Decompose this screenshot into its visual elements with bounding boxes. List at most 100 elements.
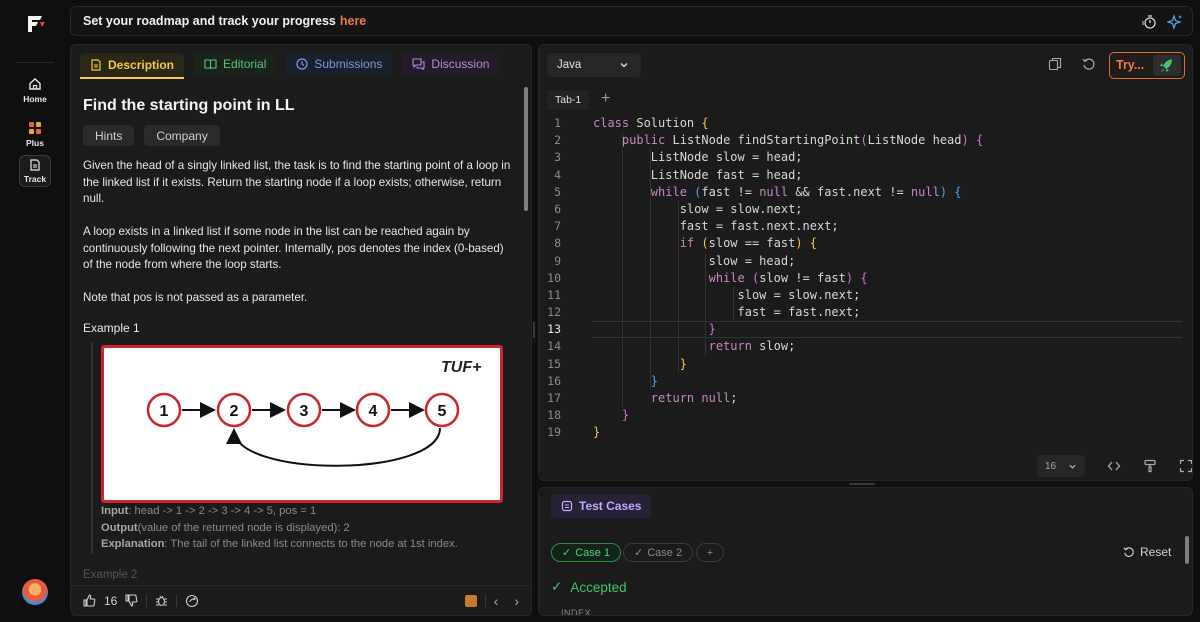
case-label: Case 2 <box>647 546 683 559</box>
brand-logo-icon[interactable] <box>24 14 46 34</box>
code-area[interactable]: 1 class Solution {2 public ListNode findS… <box>539 115 1192 442</box>
test-cases-scrollbar[interactable] <box>1185 536 1189 564</box>
reset-button[interactable]: Reset <box>1123 545 1171 559</box>
tab-discussion[interactable]: Discussion <box>402 53 500 75</box>
code-line[interactable]: 9 slow = head; <box>539 253 1192 270</box>
tab-description[interactable]: Description <box>80 53 185 79</box>
banner-link[interactable]: here <box>340 14 366 28</box>
code-line[interactable]: 8 if (slow == fast) { <box>539 235 1192 252</box>
try-label: Try... <box>1116 58 1145 72</box>
tab-label: Discussion <box>431 57 490 71</box>
code-line[interactable]: 18 } <box>539 407 1192 424</box>
code-line[interactable]: 4 ListNode fast = head; <box>539 167 1192 184</box>
code-text: ListNode slow = head; <box>593 150 803 165</box>
next-problem-icon[interactable]: › <box>514 593 519 609</box>
plus-grid-icon <box>29 121 41 134</box>
add-tab-icon[interactable]: + <box>601 90 610 108</box>
code-line[interactable]: 7 fast = fast.next.next; <box>539 218 1192 235</box>
ai-sparkle-icon[interactable] <box>1167 14 1183 30</box>
case-2-button[interactable]: ✓ Case 2 <box>623 543 694 562</box>
rocket-icon <box>1160 59 1172 72</box>
line-number: 11 <box>547 287 561 302</box>
code-text: } <box>593 425 601 440</box>
rail-item-track[interactable]: Track <box>19 155 51 187</box>
code-line[interactable]: 17 return null; <box>539 390 1192 407</box>
tuf-watermark: TUF+ <box>441 359 481 376</box>
horizontal-resize-handle[interactable] <box>849 483 875 485</box>
code-line[interactable]: 19} <box>539 424 1192 441</box>
code-line[interactable]: 6 slow = slow.next; <box>539 201 1192 218</box>
indent-guide <box>705 252 706 356</box>
result-status: ✓ Accepted <box>551 579 627 595</box>
tab-editorial[interactable]: Editorial <box>194 53 277 75</box>
code-line[interactable]: 16 } <box>539 373 1192 390</box>
roadmap-banner: Set your roadmap and track your progress… <box>70 6 1193 36</box>
font-size-value: 16 <box>1045 460 1057 472</box>
code-line[interactable]: 15 } <box>539 356 1192 373</box>
code-brackets-icon[interactable] <box>1107 459 1121 473</box>
copy-icon[interactable] <box>1048 57 1062 71</box>
company-chip[interactable]: Company <box>144 125 220 146</box>
add-case-button[interactable]: + <box>696 543 724 562</box>
reset-label: Reset <box>1140 545 1172 559</box>
description-scrollbar[interactable] <box>524 87 528 211</box>
code-line[interactable]: 10 while (slow != fast) { <box>539 270 1192 287</box>
bug-report-icon[interactable] <box>155 594 168 607</box>
code-line[interactable]: 12 fast = fast.next; <box>539 304 1192 321</box>
node-3-label: 3 <box>300 403 309 420</box>
book-icon <box>204 59 217 70</box>
tab-submissions[interactable]: Submissions <box>286 53 393 75</box>
explanation-value: : The tail of the linked list connects t… <box>164 538 458 550</box>
line-number: 3 <box>554 150 561 165</box>
plus-icon: + <box>706 546 714 559</box>
document-icon <box>91 59 101 71</box>
rail-item-home[interactable]: Home <box>14 68 56 112</box>
rail-item-plus[interactable]: Plus <box>14 112 56 156</box>
banner-message: Set your roadmap and track your progress <box>83 14 336 28</box>
rail-item-label: Home <box>23 93 47 104</box>
thumbs-down-icon[interactable] <box>125 594 138 607</box>
language-select[interactable]: Java <box>547 53 641 77</box>
reset-code-icon[interactable] <box>1082 57 1096 71</box>
font-size-select[interactable]: 16 <box>1037 455 1085 477</box>
code-line[interactable]: 2 public ListNode findStartingPoint(List… <box>539 132 1192 149</box>
prev-problem-icon[interactable]: ‹ <box>494 593 499 609</box>
like-count: 16 <box>104 593 118 608</box>
code-line[interactable]: 13 } <box>539 321 1192 339</box>
bookmark-icon[interactable] <box>464 594 477 607</box>
case-label: Case 1 <box>575 546 611 559</box>
rocket-submit-button[interactable] <box>1153 55 1181 76</box>
code-line[interactable]: 1 class Solution { <box>539 115 1192 132</box>
thumbs-up-icon[interactable] <box>83 594 96 607</box>
node-2-label: 2 <box>230 403 239 420</box>
indent-guide <box>678 201 679 373</box>
code-line[interactable]: 14 return slow; <box>539 338 1192 355</box>
code-line[interactable]: 3 ListNode slow = head; <box>539 149 1192 166</box>
code-text: } <box>621 408 630 423</box>
hints-chip[interactable]: Hints <box>83 125 135 146</box>
panel-resize-handle[interactable] <box>533 322 535 338</box>
tab-label: Submissions <box>314 57 383 71</box>
code-text: return null; <box>650 391 738 405</box>
fullscreen-icon[interactable] <box>1179 459 1193 473</box>
explanation-label: Explanation <box>101 538 165 550</box>
chat-icon <box>412 58 425 70</box>
code-line[interactable]: 11 slow = slow.next; <box>539 287 1192 304</box>
example-1-label: Example 1 <box>83 321 140 335</box>
check-icon: ✓ <box>562 547 572 559</box>
code-line[interactable]: 5 while (fast != null && fast.next != nu… <box>539 184 1192 201</box>
try-run-button[interactable]: Try... <box>1109 52 1185 79</box>
tab-test-cases[interactable]: Test Cases <box>551 494 652 518</box>
description-paragraph-2: A loop exists in a linked list if some n… <box>83 225 504 271</box>
share-icon[interactable] <box>185 594 199 608</box>
user-avatar[interactable] <box>22 579 48 605</box>
code-text: } <box>708 322 716 337</box>
case-1-button[interactable]: ✓ Case 1 <box>551 543 622 562</box>
code-text: return slow; <box>708 339 796 354</box>
timer-icon[interactable] <box>1141 14 1157 30</box>
linked-list-diagram: TUF+ 1 2 3 4 5 <box>101 345 503 503</box>
code-text: } <box>679 356 687 371</box>
format-brush-icon[interactable] <box>1143 459 1157 473</box>
file-tab[interactable]: Tab-1 <box>547 90 590 110</box>
example-quote-bar <box>91 343 93 553</box>
